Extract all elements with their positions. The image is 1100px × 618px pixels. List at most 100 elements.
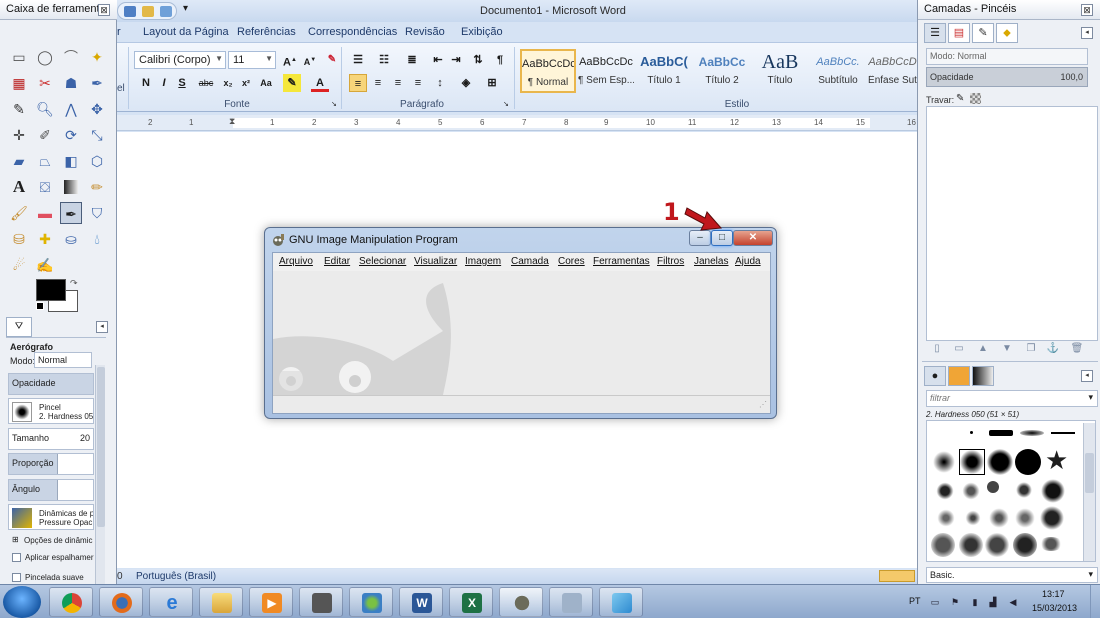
crop-tool-icon[interactable]: ✐ bbox=[34, 124, 56, 146]
align-left-icon[interactable]: ≡ bbox=[349, 74, 367, 92]
brush-item[interactable] bbox=[987, 507, 1011, 529]
shear-tool-icon[interactable]: ▰ bbox=[8, 150, 30, 172]
sort-icon[interactable]: ⇅ bbox=[469, 51, 487, 69]
line-spacing-icon[interactable]: ↕ bbox=[431, 74, 449, 92]
fuzzy-select-tool-icon[interactable]: ✦ bbox=[86, 46, 108, 68]
qat-dropdown-icon[interactable]: ▾ bbox=[183, 3, 188, 14]
cage-tool-icon[interactable]: ⬡ bbox=[86, 150, 108, 172]
lock-pixels-icon[interactable]: ✎ bbox=[956, 93, 964, 104]
undo-history-tab-icon[interactable]: ⬥ bbox=[996, 23, 1018, 43]
duplicate-layer-icon[interactable]: ❐ bbox=[1024, 343, 1038, 355]
brush-item[interactable] bbox=[1039, 505, 1065, 531]
default-colors-icon[interactable] bbox=[36, 302, 44, 310]
decrease-indent-icon[interactable]: ⇤ bbox=[429, 51, 447, 69]
font-dialog-launcher-icon[interactable]: ↘ bbox=[331, 100, 337, 108]
style-no-spacing[interactable]: AaBbCcDc ¶ Sem Esp... bbox=[578, 49, 634, 93]
gimp-empty-canvas[interactable] bbox=[273, 271, 770, 395]
taskbar-internet-explorer[interactable]: e bbox=[149, 587, 193, 617]
brush-item[interactable] bbox=[1013, 507, 1037, 529]
menu-colors[interactable]: Cores bbox=[558, 256, 585, 267]
layers-list[interactable] bbox=[926, 106, 1098, 341]
clear-format-button[interactable]: ✎ bbox=[323, 51, 341, 69]
menu-file[interactable]: Arquivo bbox=[279, 256, 313, 267]
move-tool-icon[interactable]: ✥ bbox=[86, 98, 108, 120]
subscript-button[interactable]: x₂ bbox=[219, 74, 237, 92]
font-name-select[interactable]: Calibri (Corpo) ▼ bbox=[134, 51, 226, 69]
menu-image[interactable]: Imagem bbox=[465, 256, 501, 267]
menu-layer[interactable]: Camada bbox=[511, 256, 549, 267]
taskbar-explorer[interactable] bbox=[199, 587, 243, 617]
change-case-button[interactable]: Aa bbox=[257, 74, 275, 92]
brush-item[interactable] bbox=[1015, 481, 1033, 499]
scissors-tool-icon[interactable]: ✂ bbox=[34, 72, 56, 94]
justify-icon[interactable]: ≡ bbox=[409, 74, 427, 92]
shrink-font-button[interactable]: A▼ bbox=[301, 51, 319, 69]
color-select-tool-icon[interactable]: ▦ bbox=[8, 72, 30, 94]
brush-item[interactable] bbox=[1013, 533, 1037, 557]
scrollbar-thumb[interactable] bbox=[1085, 453, 1094, 493]
brush-tag-select[interactable]: Basic. ▾ bbox=[926, 567, 1098, 583]
menu-view[interactable]: Visualizar bbox=[414, 256, 457, 267]
tab-layout[interactable]: Layout da Página bbox=[143, 26, 229, 38]
taskbar-excel[interactable]: X bbox=[449, 587, 493, 617]
text-tool-icon[interactable]: A bbox=[8, 176, 30, 198]
italic-button[interactable]: I bbox=[155, 74, 173, 92]
tray-volume-icon[interactable]: ◀ bbox=[1008, 597, 1018, 607]
tab-partial[interactable]: r bbox=[117, 26, 121, 38]
size-slider[interactable]: Tamanho 20 bbox=[8, 428, 94, 450]
highlight-icon[interactable]: ✎ bbox=[283, 74, 301, 92]
brush-item[interactable] bbox=[935, 481, 955, 501]
opacity-slider[interactable]: Opacidade bbox=[8, 373, 94, 395]
status-language[interactable]: Português (Brasil) bbox=[136, 571, 216, 582]
brush-item[interactable] bbox=[1039, 537, 1063, 551]
measure-tool-icon[interactable]: ⋀ bbox=[60, 98, 82, 120]
clock-time[interactable]: 13:17 bbox=[1042, 589, 1065, 599]
brush-item[interactable] bbox=[987, 481, 999, 493]
brush-item[interactable] bbox=[987, 449, 1013, 475]
increase-indent-icon[interactable]: ⇥ bbox=[447, 51, 465, 69]
superscript-button[interactable]: x² bbox=[237, 74, 255, 92]
borders-icon[interactable]: ⊞ bbox=[483, 74, 501, 92]
gradients-tab-icon[interactable] bbox=[972, 366, 994, 386]
taskbar-media-player[interactable]: ▶ bbox=[249, 587, 293, 617]
perspective-clone-tool-icon[interactable]: ⛀ bbox=[60, 228, 82, 250]
menu-filters[interactable]: Filtros bbox=[657, 256, 684, 267]
bold-button[interactable]: N bbox=[137, 74, 155, 92]
taskbar-network[interactable] bbox=[349, 587, 393, 617]
start-button[interactable] bbox=[3, 586, 41, 618]
brush-filter-input[interactable]: filtrar ▾ bbox=[926, 390, 1098, 407]
ellipse-select-tool-icon[interactable]: ◯ bbox=[34, 46, 56, 68]
lock-alpha-icon[interactable] bbox=[970, 93, 981, 104]
raise-layer-icon[interactable]: ▲ bbox=[976, 343, 990, 355]
brush-item[interactable] bbox=[970, 431, 973, 434]
new-layer-icon[interactable]: ▯ bbox=[930, 343, 944, 355]
lower-layer-icon[interactable]: ▼ bbox=[1000, 343, 1014, 355]
align-center-icon[interactable]: ≡ bbox=[369, 74, 387, 92]
style-heading-2[interactable]: AaBbCc Título 2 bbox=[694, 49, 750, 93]
tool-options-menu-icon[interactable]: ◂ bbox=[96, 321, 108, 333]
style-heading-1[interactable]: AaBbC(Título 1 bbox=[636, 49, 692, 93]
foreground-color-swatch-top[interactable] bbox=[36, 279, 66, 301]
style-title[interactable]: AaB Título bbox=[752, 49, 808, 93]
paragraph-dialog-launcher-icon[interactable]: ↘ bbox=[503, 100, 509, 108]
star-brush-icon[interactable]: ★ bbox=[1045, 445, 1068, 475]
heal-tool-icon[interactable]: ✚ bbox=[34, 228, 56, 250]
toolbox-close-icon[interactable]: ⊠ bbox=[98, 4, 110, 16]
show-desktop-button[interactable] bbox=[1090, 585, 1100, 618]
quick-access-toolbar[interactable] bbox=[117, 2, 177, 20]
menu-tools[interactable]: Ferramentas bbox=[593, 256, 650, 267]
smooth-stroke-checkbox[interactable] bbox=[12, 573, 21, 582]
brushes-scrollbar[interactable] bbox=[1083, 423, 1095, 561]
dodge-burn-tool-icon[interactable]: ✍ bbox=[34, 254, 56, 276]
save-icon[interactable] bbox=[124, 6, 136, 17]
underline-button[interactable]: S bbox=[173, 74, 191, 92]
expand-icon[interactable]: ⊞ bbox=[12, 535, 19, 544]
view-buttons[interactable] bbox=[879, 570, 915, 582]
scrollbar-thumb[interactable] bbox=[97, 367, 105, 527]
taskbar-chrome[interactable] bbox=[49, 587, 93, 617]
indent-marker-icon[interactable]: ⧗ bbox=[229, 116, 235, 127]
horizontal-ruler[interactable]: 2 1 ⧗ 1 2 3 4 5 6 7 8 9 10 11 12 13 14 1… bbox=[117, 115, 917, 131]
blur-tool-icon[interactable]: 💧︎ bbox=[86, 228, 108, 250]
aspect-ratio-slider[interactable]: Proporção bbox=[8, 453, 94, 475]
brush-item[interactable] bbox=[933, 451, 955, 473]
